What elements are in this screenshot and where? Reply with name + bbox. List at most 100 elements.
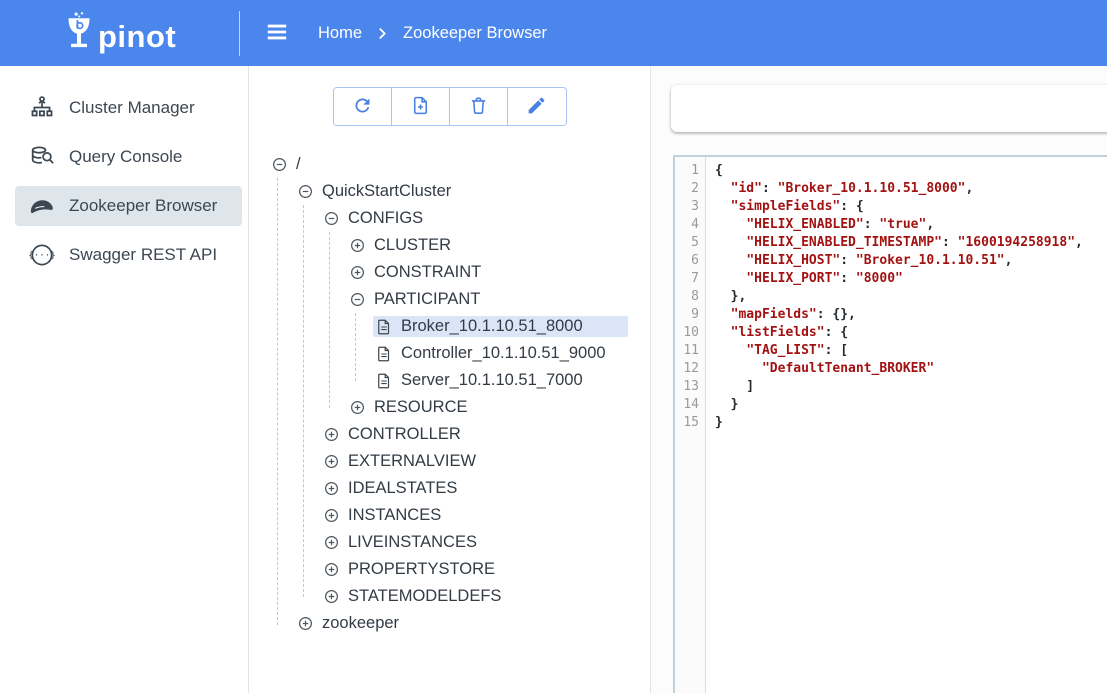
sidebar-item-label: Zookeeper Browser <box>69 196 217 216</box>
tree-node-quickstartcluster[interactable]: QuickStartCluster <box>249 178 628 205</box>
code-line: ] <box>715 378 1083 396</box>
line-number: 7 <box>675 270 705 288</box>
delete-node-button[interactable] <box>450 88 508 125</box>
tree-node-label: CONFIGS <box>348 209 423 228</box>
tree-guide-line <box>355 313 356 381</box>
tree-node-label: PROPERTYSTORE <box>348 560 495 579</box>
tree-node-label: STATEMODELDEFS <box>348 587 501 606</box>
pinot-logo[interactable]: pinot <box>62 11 176 56</box>
code-line: "simpleFields": { <box>715 198 1083 216</box>
code-line: "HELIX_ENABLED": "true", <box>715 216 1083 234</box>
collapse-toggle-icon[interactable] <box>349 291 366 308</box>
hamburger-icon <box>264 33 290 48</box>
expand-toggle-icon[interactable] <box>323 588 340 605</box>
expand-toggle-icon[interactable] <box>323 534 340 551</box>
sidebar-item-query-console[interactable]: Query Console <box>15 137 242 177</box>
tree-node-statemodeldefs[interactable]: STATEMODELDEFS <box>249 583 628 610</box>
tree-node-propertystore[interactable]: PROPERTYSTORE <box>249 556 628 583</box>
code-editor[interactable]: 123456789101112131415 { "id": "Broker_10… <box>673 155 1107 693</box>
expand-toggle-icon[interactable] <box>323 480 340 497</box>
wine-glass-icon <box>62 11 96 56</box>
tree-node-label: IDEALSTATES <box>348 479 457 498</box>
collapse-toggle-icon[interactable] <box>271 156 288 173</box>
expand-toggle-icon[interactable] <box>323 453 340 470</box>
tree-node-resource[interactable]: RESOURCE <box>249 394 628 421</box>
tree-node-label: LIVEINSTANCES <box>348 533 477 552</box>
breadcrumb-home-link[interactable]: Home <box>318 24 362 43</box>
tree-node-label: CONSTRAINT <box>374 263 481 282</box>
code-line: "TAG_LIST": [ <box>715 342 1083 360</box>
detail-panel: 123456789101112131415 { "id": "Broker_10… <box>650 66 1107 693</box>
line-number: 5 <box>675 234 705 252</box>
tree-node-server-10-1-10-51-7000[interactable]: Server_10.1.10.51_7000 <box>249 367 628 394</box>
code-line: "id": "Broker_10.1.10.51_8000", <box>715 180 1083 198</box>
tree-node-externalview[interactable]: EXTERNALVIEW <box>249 448 628 475</box>
file-icon <box>375 318 393 336</box>
expand-toggle-icon[interactable] <box>349 264 366 281</box>
line-number: 6 <box>675 252 705 270</box>
code-line: }, <box>715 288 1083 306</box>
breadcrumb: Home Zookeeper Browser <box>318 0 547 66</box>
tree-node-participant[interactable]: PARTICIPANT <box>249 286 628 313</box>
editor-card <box>671 85 1107 132</box>
refresh-button[interactable] <box>334 88 392 125</box>
expand-toggle-icon[interactable] <box>323 561 340 578</box>
tree-node-cluster[interactable]: CLUSTER <box>249 232 628 259</box>
code-line: "mapFields": {}, <box>715 306 1083 324</box>
logo-text: pinot <box>98 21 176 56</box>
breadcrumb-current: Zookeeper Browser <box>403 24 547 43</box>
line-number: 15 <box>675 414 705 432</box>
sidebar-item-cluster-manager[interactable]: Cluster Manager <box>15 88 242 128</box>
line-number: 10 <box>675 324 705 342</box>
zookeeper-icon <box>28 193 55 220</box>
sidebar: Cluster Manager Query Console Zookeeper … <box>0 66 249 693</box>
tree-node-zookeeper[interactable]: zookeeper <box>249 610 628 637</box>
tree-node-label: CONTROLLER <box>348 425 461 444</box>
expand-toggle-icon[interactable] <box>323 507 340 524</box>
delete-icon <box>468 95 489 119</box>
line-number: 1 <box>675 162 705 180</box>
collapse-toggle-icon[interactable] <box>297 183 314 200</box>
expand-toggle-icon[interactable] <box>323 426 340 443</box>
sidebar-item-swagger-rest-api[interactable]: {···} Swagger REST API <box>15 235 242 275</box>
code-line: { <box>715 162 1083 180</box>
editor-code: { "id": "Broker_10.1.10.51_8000", "simpl… <box>706 157 1083 693</box>
tree-node-controller[interactable]: CONTROLLER <box>249 421 628 448</box>
code-line: } <box>715 396 1083 414</box>
tree-node-label: RESOURCE <box>374 398 468 417</box>
tree-node-idealstates[interactable]: IDEALSTATES <box>249 475 628 502</box>
menu-button[interactable] <box>262 19 292 47</box>
tree-node-label: / <box>296 155 301 174</box>
line-number: 9 <box>675 306 705 324</box>
query-console-icon <box>28 144 55 171</box>
tree-node-configs[interactable]: CONFIGS <box>249 205 628 232</box>
code-line: } <box>715 414 1083 432</box>
code-line: "HELIX_PORT": "8000" <box>715 270 1083 288</box>
expand-toggle-icon[interactable] <box>297 615 314 632</box>
editor-gutter: 123456789101112131415 <box>675 157 706 693</box>
tree-node-label: Broker_10.1.10.51_8000 <box>401 317 583 336</box>
collapse-toggle-icon[interactable] <box>323 210 340 227</box>
tree-node-instances[interactable]: INSTANCES <box>249 502 628 529</box>
toolbar-button-group <box>333 87 567 126</box>
tree-node-liveinstances[interactable]: LIVEINSTANCES <box>249 529 628 556</box>
tree-node-root[interactable]: / <box>249 151 628 178</box>
tree-guide-line <box>303 205 304 597</box>
expand-toggle-icon[interactable] <box>349 399 366 416</box>
code-line: "HELIX_HOST": "Broker_10.1.10.51", <box>715 252 1083 270</box>
svg-text:{···}: {···} <box>29 250 55 261</box>
line-number: 12 <box>675 360 705 378</box>
note-add-icon <box>410 95 431 119</box>
tree-guide-line <box>329 232 330 408</box>
app-bar: pinot Home Zookeeper Browser <box>0 0 1107 66</box>
expand-toggle-icon[interactable] <box>349 237 366 254</box>
tree-node-constraint[interactable]: CONSTRAINT <box>249 259 628 286</box>
tree-node-controller-10-1-10-51-9000[interactable]: Controller_10.1.10.51_9000 <box>249 340 628 367</box>
sidebar-item-zookeeper-browser[interactable]: Zookeeper Browser <box>15 186 242 226</box>
zookeeper-tree: / QuickStartCluster CONFIGS CLUSTER CONS… <box>249 151 628 637</box>
sidebar-item-label: Swagger REST API <box>69 245 217 265</box>
edit-node-button[interactable] <box>508 88 566 125</box>
tree-node-broker-10-1-10-51-8000[interactable]: Broker_10.1.10.51_8000 <box>249 313 628 340</box>
line-number: 13 <box>675 378 705 396</box>
add-node-button[interactable] <box>392 88 450 125</box>
